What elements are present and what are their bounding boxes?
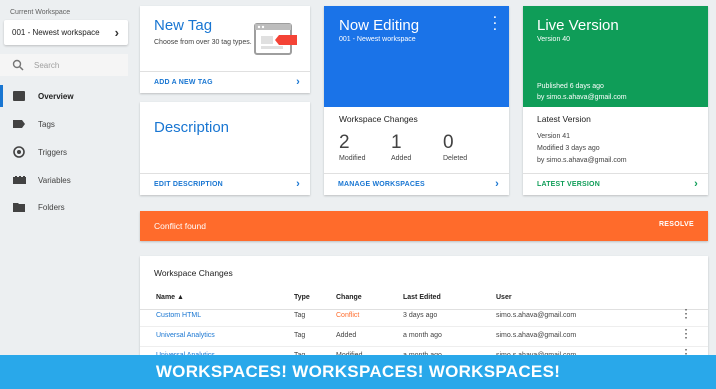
workspace-changes-title: Workspace Changes (339, 114, 418, 124)
now-editing-workspace: 001 - Newest workspace (339, 36, 416, 43)
sidebar-item-triggers[interactable]: Triggers (0, 141, 133, 163)
latest-version-title: Latest Version (537, 114, 591, 124)
chevron-right-icon: › (495, 178, 499, 190)
chevron-right-icon: › (296, 76, 300, 88)
stat-modified: 2 Modified (339, 132, 365, 162)
latest-version-number: Version 41 (537, 133, 571, 140)
stat-value: 0 (443, 132, 454, 153)
sidebar-item-label: Variables (38, 175, 71, 185)
description-card: Description EDIT DESCRIPTION › (140, 102, 310, 195)
search-icon (12, 59, 24, 71)
live-published: Published 6 days ago (537, 83, 604, 90)
new-tag-description: Choose from over 30 tag types. (154, 39, 252, 46)
stat-label: Added (391, 155, 412, 162)
workspace-value: 001 - Newest workspace (12, 28, 100, 37)
live-version-title: Live Version (537, 17, 619, 34)
add-new-tag-link[interactable]: ADD A NEW TAG › (140, 71, 310, 93)
row-change: Added (336, 332, 357, 339)
add-new-tag-label: ADD A NEW TAG (154, 79, 213, 86)
folder-icon (12, 201, 26, 213)
column-header-user[interactable]: User (496, 294, 512, 301)
sidebar-item-variables[interactable]: Variables (0, 169, 133, 191)
column-header-change[interactable]: Change (336, 294, 362, 301)
row-change: Conflict (336, 312, 360, 319)
column-header-type[interactable]: Type (294, 294, 310, 301)
chevron-right-icon: › (296, 178, 300, 190)
stat-label: Deleted (443, 155, 468, 162)
workspace-selector[interactable]: 001 - Newest workspace › (4, 20, 128, 45)
new-tag-illustration-icon (254, 23, 297, 55)
live-version-header: Live Version Version 40 Published 6 days… (523, 6, 708, 107)
resolve-button[interactable]: RESOLVE (659, 221, 694, 228)
sidebar-item-label: Overview (38, 91, 74, 101)
new-tag-title: New Tag (154, 17, 213, 34)
latest-version-label: LATEST VERSION (537, 181, 600, 188)
banner-text: WORKSPACES! WORKSPACES! WORKSPACES! (155, 362, 561, 381)
sidebar-item-folders[interactable]: Folders (0, 196, 133, 218)
more-vert-icon[interactable]: ··· (493, 13, 497, 36)
sidebar-item-label: Folders (38, 202, 65, 212)
overview-icon (12, 90, 26, 102)
row-name-link[interactable]: Custom HTML (156, 312, 201, 319)
live-version-number: Version 40 (537, 36, 571, 43)
row-last-edited: a month ago (403, 332, 442, 339)
edit-description-label: EDIT DESCRIPTION (154, 181, 223, 188)
row-user: simo.s.ahava@gmail.com (496, 312, 577, 319)
description-title: Description (154, 119, 230, 136)
now-editing-title: Now Editing (339, 17, 420, 34)
latest-version-link[interactable]: LATEST VERSION › (523, 173, 708, 195)
chevron-right-icon: › (694, 178, 698, 190)
table-row[interactable]: Universal Analytics Tag Added a month ag… (140, 326, 708, 347)
sidebar: Current Workspace 001 - Newest workspace… (0, 0, 133, 389)
search-input[interactable]: Search (0, 54, 128, 76)
row-type: Tag (294, 312, 306, 319)
stat-deleted: 0 Deleted (443, 132, 467, 162)
now-editing-card: Now Editing 001 - Newest workspace · · · W… (324, 6, 509, 195)
workspace-label: Current Workspace (10, 9, 71, 16)
promo-banner: WORKSPACES! WORKSPACES! WORKSPACES! (0, 355, 716, 389)
table-row[interactable]: Custom HTML Tag Conflict 3 days ago simo… (140, 306, 708, 327)
sidebar-item-label: Triggers (38, 147, 68, 157)
sidebar-item-tags[interactable]: Tags (0, 113, 133, 135)
trigger-icon (12, 146, 26, 158)
tag-icon (12, 118, 26, 130)
search-placeholder: Search (34, 60, 60, 70)
sidebar-item-overview[interactable]: Overview (0, 85, 133, 107)
row-user: simo.s.ahava@gmail.com (496, 332, 577, 339)
row-name-link[interactable]: Universal Analytics (156, 332, 215, 339)
stat-label: Modified (339, 155, 366, 162)
latest-version-modified: Modified 3 days ago (537, 145, 600, 152)
conflict-bar: Conflict found RESOLVE (140, 211, 708, 241)
workspace-changes-table-title: Workspace Changes (154, 268, 233, 278)
variables-icon (12, 174, 26, 186)
live-version-card: Live Version Version 40 Published 6 days… (523, 6, 708, 195)
stat-added: 1 Added (391, 132, 411, 162)
column-header-last-edited[interactable]: Last Edited (403, 294, 441, 301)
latest-version-by: by simo.s.ahava@gmail.com (537, 157, 627, 164)
live-published-by: by simo.s.ahava@gmail.com (537, 94, 627, 101)
manage-workspaces-link[interactable]: MANAGE WORKSPACES › (324, 173, 509, 195)
stat-value: 1 (391, 132, 402, 153)
chevron-right-icon: › (114, 25, 119, 40)
row-last-edited: 3 days ago (403, 312, 438, 319)
more-vert-icon[interactable]: ··· (685, 326, 688, 344)
conflict-message: Conflict found (154, 221, 206, 231)
stat-value: 2 (339, 132, 350, 153)
new-tag-card: New Tag Choose from over 30 tag types. A… (140, 6, 310, 93)
sidebar-item-label: Tags (38, 119, 55, 129)
manage-workspaces-label: MANAGE WORKSPACES (338, 181, 425, 188)
more-vert-icon[interactable]: ··· (685, 306, 688, 324)
row-type: Tag (294, 332, 306, 339)
column-header-name[interactable]: Name ▲ (156, 294, 184, 301)
workspace-changes-card: Workspace Changes Name ▲ Type Change Las… (140, 256, 708, 367)
edit-description-link[interactable]: EDIT DESCRIPTION › (140, 173, 310, 195)
now-editing-header: Now Editing 001 - Newest workspace · · · (324, 6, 509, 107)
